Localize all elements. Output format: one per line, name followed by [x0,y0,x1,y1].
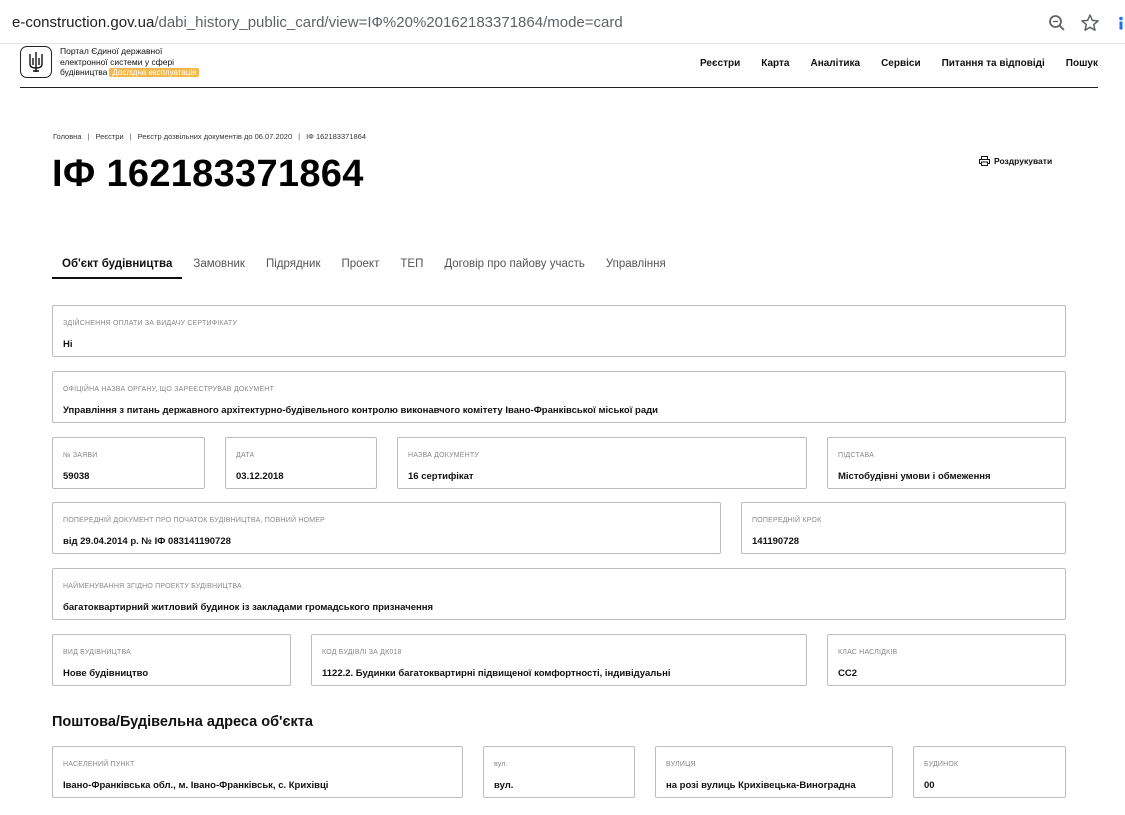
portal-title-line3: будівництва [60,67,108,77]
field-basis: Підстава Містобудівні умови і обмеження [827,437,1066,489]
field-construction-type: Вид будівництва Нове будівництво [52,634,291,686]
field-previous-document: Попередній документ про початок будівниц… [52,502,721,554]
field-value: від 29.04.2014 р. № ІФ 083141190728 [63,536,231,547]
field-label: Клас наслідків [838,649,898,656]
nav-registries[interactable]: Реєстри [700,58,740,69]
field-label: Населений пункт [63,761,135,768]
url-host: e-construction.gov.ua [12,14,155,31]
printer-icon [979,156,990,166]
nav-search[interactable]: Пошук [1066,58,1098,69]
field-value: 16 сертифікат [408,471,474,482]
tab-management[interactable]: Управління [596,256,676,279]
field-value: 141190728 [752,536,800,547]
field-document-name: Назва документу 16 сертифікат [397,437,807,489]
url-path: /dabi_history_public_card/view=ІФ%20%201… [154,14,623,31]
breadcrumb: Головна | Реєстри | Реєстр дозвільних до… [53,132,366,141]
field-label: Офіційна назва органу, що зареєстрував д… [63,386,275,393]
bookmark-star-icon[interactable] [1080,13,1100,33]
field-label: вул. [494,761,508,768]
field-street-type: вул. вул. [483,746,635,798]
top-navigation: Реєстри Карта Аналітика Сервіси Питання … [700,58,1098,69]
field-consequence-class: Клас наслідків СС2 [827,634,1066,686]
portal-title[interactable]: Портал Єдиної державної електронної сист… [60,46,230,79]
field-building-number: Будинок 00 [913,746,1066,798]
field-value: на розі вулиць Крихівецька-Виноградна [666,780,856,791]
field-label: Дата [236,452,255,459]
breadcrumb-separator: | [129,132,132,141]
breadcrumb-registries[interactable]: Реєстри [95,132,123,141]
field-label: Попередній документ про початок будівниц… [63,517,326,524]
field-value: 1122.2. Будинки багатоквартирні підвищен… [322,668,671,679]
field-value: 00 [924,780,935,791]
nav-map[interactable]: Карта [761,58,789,69]
address-section-heading: Поштова/Будівельна адреса об'єкта [52,714,313,730]
portal-title-line2: електронної системи у сфері [60,56,175,67]
zoom-icon[interactable] [1048,14,1066,32]
field-value: вул. [494,780,514,791]
field-street: Вулиця на розі вулиць Крихівецька-Виногр… [655,746,893,798]
field-date: Дата 03.12.2018 [225,437,377,489]
field-value: Ні [63,339,73,350]
field-previous-step: Попередній крок 141190728 [741,502,1066,554]
beta-badge: Дослідна експлуатація [109,68,200,77]
field-label: Найменування згідно проекту будівництва [63,583,242,590]
field-value: Нове будівництво [63,668,149,679]
print-label: Роздрукувати [994,156,1053,166]
field-label: Підстава [838,452,874,459]
field-building-code: Код будівлі за ДК018 1122.2. Будинки баг… [311,634,807,686]
field-authority: Офіційна назва органу, що зареєстрував д… [52,371,1066,423]
field-label: Вид будівництва [63,649,131,656]
header-divider [20,87,1098,88]
field-project-name: Найменування згідно проекту будівництва … [52,568,1066,620]
field-application-number: № заяви 59038 [52,437,205,489]
browser-address-bar[interactable]: e-construction.gov.ua/dabi_history_publi… [0,0,1125,44]
breadcrumb-registry[interactable]: Реєстр дозвільних документів до 06.07.20… [138,132,293,141]
breadcrumb-separator: | [87,132,90,141]
field-label: Вулиця [666,761,696,768]
nav-analytics[interactable]: Аналітика [810,58,860,69]
breadcrumb-home[interactable]: Головна [53,132,82,141]
page-title: ІФ 162183371864 [52,153,364,195]
extension-info-icon[interactable] [1117,16,1125,30]
field-label: Здійснення оплати за видачу сертифікату [63,320,238,327]
tab-project[interactable]: Проект [331,256,389,279]
trident-icon [29,52,43,72]
portal-title-line1: Портал Єдиної державної [60,46,163,56]
field-value: Містобудівні умови і обмеження [838,471,991,482]
tab-equity-agreement[interactable]: Договір про пайову участь [434,256,595,279]
field-label: № заяви [63,452,98,459]
breadcrumb-current: ІФ 162183371864 [306,132,367,141]
field-label: Будинок [924,761,959,768]
tab-construction-object[interactable]: Об'єкт будівництва [52,256,183,279]
field-label: Назва документу [408,452,479,459]
tab-customer[interactable]: Замовник [183,256,255,279]
tab-bar: Об'єкт будівництва Замовник Підрядник Пр… [52,256,677,280]
tab-contractor[interactable]: Підрядник [256,256,331,279]
print-button[interactable]: Роздрукувати [979,156,1052,166]
nav-services[interactable]: Сервіси [881,58,921,69]
field-value: 59038 [63,471,90,482]
breadcrumb-separator: | [298,132,301,141]
nav-faq[interactable]: Питання та відповіді [942,58,1045,69]
field-settlement: Населений пункт Івано-Франківська обл., … [52,746,463,798]
field-value: Івано-Франківська обл., м. Івано-Франків… [63,780,329,791]
field-payment: Здійснення оплати за видачу сертифікату … [52,305,1066,357]
field-value: Управління з питань державного архітекту… [63,405,658,416]
tab-tep[interactable]: ТЕП [390,256,433,279]
field-label: Попередній крок [752,517,822,524]
url-text[interactable]: e-construction.gov.ua/dabi_history_publi… [12,14,623,31]
field-value: багатоквартирний житловий будинок із зак… [63,602,434,613]
field-value: 03.12.2018 [236,471,284,482]
field-value: СС2 [838,668,858,679]
trident-logo[interactable] [20,46,52,78]
field-label: Код будівлі за ДК018 [322,649,402,656]
